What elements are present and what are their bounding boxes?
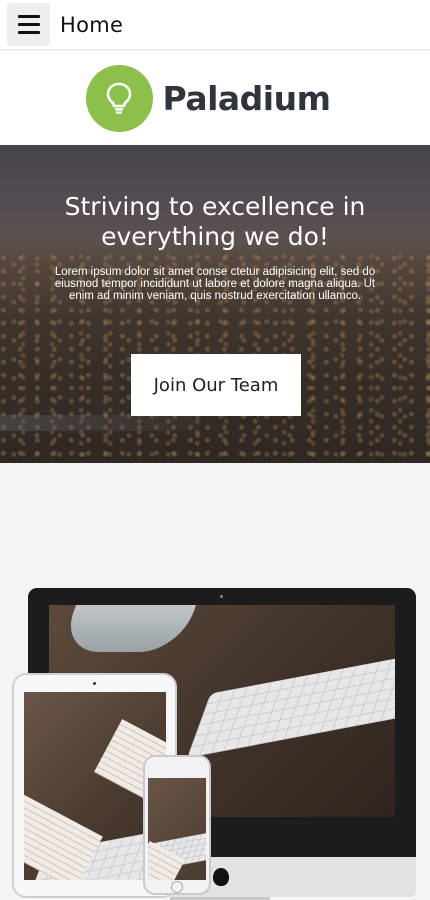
devices-showcase-image [0,463,430,900]
phone-screen [148,778,206,880]
lightbulb-icon [106,82,132,114]
apple-logo-icon [213,868,229,886]
hamburger-menu-icon [17,15,40,18]
page-title: Home [60,12,124,37]
keyboard-image [186,649,395,759]
top-bar: Home [0,0,430,50]
join-our-team-button[interactable]: Join Our Team [131,354,301,416]
hero-banner: Striving to excellence in everything we … [0,145,430,463]
logo[interactable] [85,64,153,132]
hamburger-menu-button[interactable] [7,3,50,46]
brand-name: Paladium [162,78,331,118]
brand-header: Paladium [0,51,430,145]
phone-device [143,755,211,895]
hero-title: Striving to excellence in everything we … [64,192,366,251]
hero-description: Lorem ipsum dolor sit amet conse ctetur … [54,266,376,302]
